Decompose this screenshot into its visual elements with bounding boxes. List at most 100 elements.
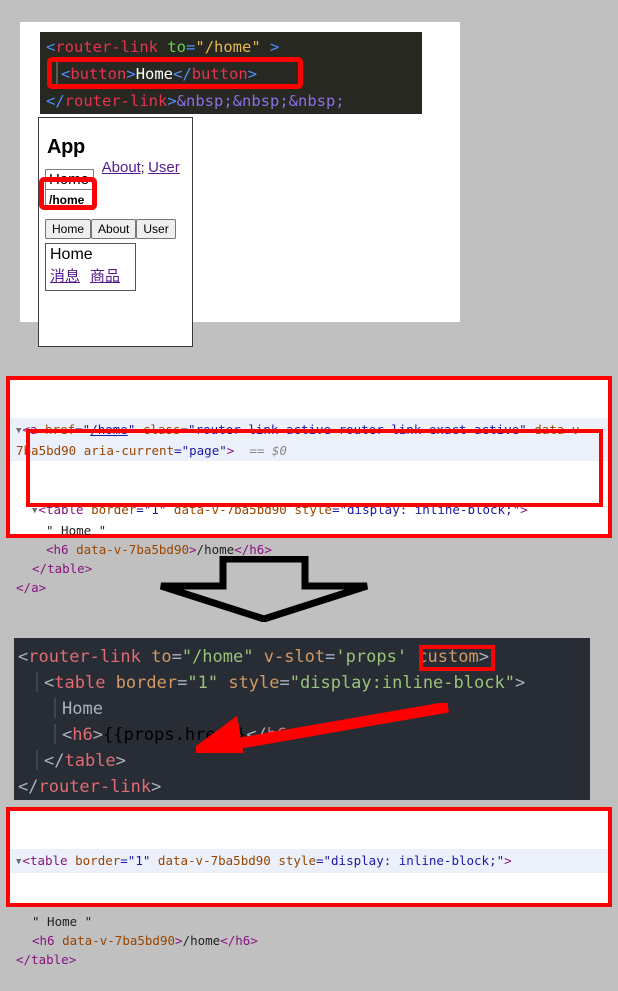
token-name: h6: [249, 542, 265, 557]
token-punct: </: [46, 92, 65, 110]
home-content-table: Home 消息 商品: [44, 243, 137, 291]
code-line-2: </router-link>&nbsp;&nbsp;&nbsp;: [42, 88, 422, 115]
devtools-top-child-line-1[interactable]: " Home ": [16, 521, 604, 540]
token-val: "display:inline-block": [289, 673, 515, 693]
indent-guide: [54, 724, 56, 744]
token-ang: >: [264, 542, 272, 557]
token-name: a: [31, 580, 39, 595]
devtools-elements-panel-after[interactable]: ▼<table border="1" data-v-7ba5bd90 style…: [6, 807, 612, 967]
token-txt: /home: [182, 933, 221, 948]
code-snippet-after: <router-link to="/home" v-slot='props' c…: [14, 638, 590, 800]
token-punct: >: [478, 647, 489, 667]
devtools-elements-panel-before[interactable]: ▼<a href="/home" class="router-link-acti…: [6, 376, 612, 595]
indent-guide: [56, 62, 58, 84]
token-name: table: [29, 853, 68, 868]
token-val: "/home": [181, 647, 254, 667]
token-ang: >: [175, 933, 183, 948]
token-punct: >: [126, 65, 136, 83]
code-line-after-1: <table border="1" style="display:inline-…: [14, 670, 590, 696]
code-line-after-5: </router-link>: [14, 774, 590, 800]
expand-triangle-icon[interactable]: ▼: [16, 426, 21, 436]
token-aval: =": [75, 422, 91, 437]
token-name: h6: [39, 933, 55, 948]
devtools-selected-node[interactable]: ▼<a href="/home" class="router-link-acti…: [10, 418, 608, 461]
token-aval: ="page": [174, 443, 227, 458]
token-ang: >: [68, 952, 77, 967]
down-arrow-icon: [159, 556, 369, 622]
expand-triangle-icon[interactable]: ▼: [16, 857, 21, 867]
nav-link-about[interactable]: About: [102, 159, 141, 176]
token-text: Home: [62, 699, 103, 719]
token-ang: <: [46, 542, 54, 557]
token-name: table: [47, 561, 85, 576]
token-attr: border: [91, 502, 137, 517]
content-link-products[interactable]: 商品: [90, 268, 120, 285]
token-punct: >: [167, 92, 177, 110]
devtools-bottom-child-line-2[interactable]: </table>: [16, 950, 604, 969]
nav-link-user[interactable]: User: [148, 159, 180, 176]
nav-button-user[interactable]: User: [136, 219, 176, 239]
token-attr: data-v-7ba5bd90: [173, 502, 287, 517]
nav-button-about[interactable]: About: [91, 219, 137, 239]
token-attr: style: [228, 673, 280, 693]
home-path-label: /home: [49, 193, 85, 207]
token-tag: router-link: [28, 647, 141, 667]
token-val: "/home": [195, 38, 261, 56]
token-aval: ="display: inline-block;": [315, 853, 505, 868]
token-attr: class: [142, 422, 181, 437]
token-attr: style: [294, 502, 332, 517]
token-aval: ="1": [136, 502, 167, 517]
devtools-selected-node-bottom[interactable]: ▼<table border="1" data-v-7ba5bd90 style…: [10, 849, 608, 873]
devtools-bottom-child-line-1[interactable]: <h6 data-v-7ba5bd90>/home</h6>: [16, 931, 604, 950]
token-tag: router-link: [55, 38, 158, 56]
token-punct: </: [246, 725, 267, 745]
home-link-table[interactable]: Home /home: [44, 169, 95, 210]
token-punct: >: [92, 725, 103, 745]
token-attr: to: [151, 647, 172, 667]
devtools-top-child-line-0[interactable]: ▼<table border="1" data-v-7ba5bd90 style…: [16, 500, 604, 521]
token-ang: >: [504, 853, 512, 868]
token-gray: == $0: [234, 443, 287, 458]
token-punct: </: [18, 777, 39, 797]
token-punct: <: [44, 673, 55, 693]
nav-button-home[interactable]: Home: [45, 219, 92, 239]
token-aval: ="router-link-active router-link-exact-a…: [180, 422, 527, 437]
indent-guide: [36, 750, 38, 770]
token-name: table: [45, 502, 84, 517]
token-val: "1": [187, 673, 219, 693]
token-punct: <: [46, 38, 56, 56]
token-punct: =: [177, 673, 188, 693]
token-ang: >: [38, 580, 47, 595]
token-attr: data-v-7ba5bd90: [62, 933, 176, 948]
token-tag: table: [54, 673, 106, 693]
token-link: /home: [90, 422, 128, 437]
app-title: App: [47, 136, 85, 158]
code-line-after-0: <router-link to="/home" v-slot='props' c…: [14, 644, 590, 670]
token-tag: h6: [266, 725, 288, 745]
code-line-1: <button>Home</button>: [42, 61, 422, 88]
token-punct: </: [173, 65, 192, 83]
token-tag: router-link: [38, 777, 152, 797]
token-ang: </: [16, 952, 32, 967]
token-punct: >: [287, 725, 298, 745]
token-punct: >: [115, 751, 126, 771]
token-attr: aria-current: [83, 443, 175, 458]
devtools-child-nodes-bottom[interactable]: " Home " <h6 data-v-7ba5bd90>/home</h6> </…: [10, 911, 608, 972]
token-punct: =: [325, 647, 336, 667]
expand-triangle-icon[interactable]: ▼: [32, 506, 37, 516]
token-punct: >: [514, 673, 526, 693]
home-cell[interactable]: Home: [44, 169, 95, 190]
token-tag: table: [64, 751, 116, 771]
app-render-preview: App Home /home About; User Home About User…: [38, 117, 193, 347]
token-attr: v-slot: [263, 647, 326, 667]
content-link-messages[interactable]: 消息: [50, 268, 80, 285]
